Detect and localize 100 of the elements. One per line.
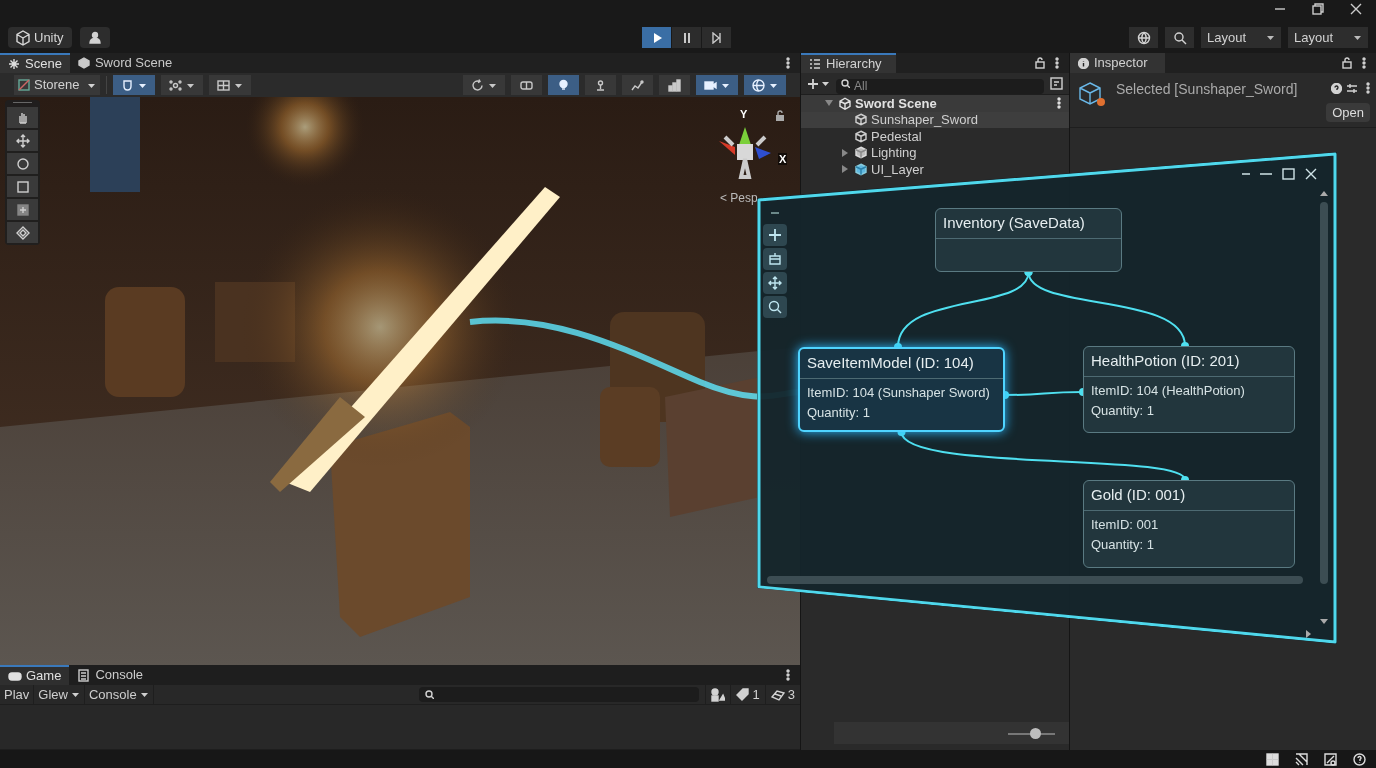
- tool-button[interactable]: [7, 176, 38, 197]
- scene-toolbar-button[interactable]: [659, 75, 690, 95]
- panel-tab[interactable]: Console: [69, 665, 152, 685]
- axis-label: Y: [740, 107, 748, 122]
- scene-tab[interactable]: Sword Scene: [69, 53, 181, 73]
- lock-icon: [775, 110, 785, 122]
- dropdown-button[interactable]: Glew: [34, 684, 85, 705]
- hierarchy-item[interactable]: UI_Layer: [801, 161, 1069, 178]
- scene-toolbar-button[interactable]: [113, 75, 155, 95]
- horizontal-scrollbar[interactable]: [767, 576, 1303, 584]
- slider-thumb[interactable]: [1030, 727, 1042, 739]
- minimize-icon: [1260, 173, 1272, 175]
- caret-icon: [139, 691, 149, 698]
- add-button[interactable]: [807, 77, 830, 90]
- vertical-scrollbar[interactable]: [1320, 202, 1328, 584]
- scene-tab[interactable]: Scene: [0, 53, 70, 73]
- filter-button[interactable]: [1050, 77, 1063, 90]
- scene-toolbar-button[interactable]: [622, 75, 653, 95]
- graph-tool-button[interactable]: [763, 296, 787, 318]
- camera-icon: [704, 78, 717, 92]
- graph-node[interactable]: Gold (ID: 001) ItemID: 001 Quantity: 1: [1083, 480, 1295, 568]
- sliders-icon: [1346, 83, 1358, 94]
- graph-tool-button[interactable]: [763, 224, 787, 246]
- globe-button[interactable]: [1129, 27, 1158, 48]
- caret-icon: [488, 81, 497, 89]
- hierarchy-tab[interactable]: Hierarchy: [801, 53, 896, 73]
- graph-node[interactable]: Inventory (SaveData): [935, 208, 1122, 272]
- tool-button[interactable]: [7, 222, 38, 243]
- caret-icon: [769, 81, 778, 89]
- scene-toolbar-button[interactable]: [696, 75, 738, 95]
- scene-toolbar-button[interactable]: [209, 75, 251, 95]
- layout-dropdown[interactable]: Layout: [1201, 27, 1281, 48]
- tool-button[interactable]: [7, 107, 38, 128]
- tool-button[interactable]: [7, 153, 38, 174]
- unity-button[interactable]: Unity: [8, 27, 72, 48]
- search-button[interactable]: [1165, 27, 1194, 48]
- hierarchy-item[interactable]: Lighting: [801, 144, 1069, 161]
- node-field: ItemID: 104 (HealthPotion): [1091, 381, 1287, 400]
- graph-tool-button[interactable]: [763, 272, 787, 294]
- projection-label[interactable]: < Pesp: [720, 189, 758, 207]
- warning-count-button[interactable]: 1: [729, 684, 765, 705]
- step-button[interactable]: [702, 27, 731, 48]
- scroll-up-icon: [1320, 190, 1328, 197]
- globe-icon: [1136, 30, 1151, 45]
- scene-toolbar-button[interactable]: [161, 75, 203, 95]
- chart-icon: [668, 78, 681, 92]
- account-button[interactable]: [79, 27, 110, 48]
- pause-button[interactable]: [672, 27, 701, 48]
- search-icon: [841, 79, 850, 88]
- tool-button[interactable]: [7, 199, 38, 220]
- search-field[interactable]: All: [836, 78, 1044, 94]
- node-title: HealthPotion (ID: 201): [1091, 351, 1240, 372]
- scene-toolbar-button[interactable]: [744, 75, 786, 95]
- minimize-icon: [1242, 173, 1250, 175]
- cube-icon: [855, 129, 867, 143]
- play-button[interactable]: [642, 27, 671, 48]
- move-icon: [15, 133, 30, 148]
- search-icon: [1172, 30, 1187, 45]
- scene-toolbar-button[interactable]: [463, 75, 505, 95]
- scene-toolbar-button[interactable]: [548, 75, 579, 95]
- dropdown-button[interactable]: Console: [84, 684, 154, 705]
- open-button[interactable]: Open: [1326, 103, 1370, 122]
- graph-tool-button[interactable]: [763, 248, 787, 270]
- axis-label: X: [778, 153, 788, 165]
- tool-button[interactable]: [7, 130, 38, 151]
- scene-toolbar-button[interactable]: [511, 75, 542, 95]
- zoom-slider[interactable]: [1008, 727, 1055, 739]
- restore-icon: [1312, 3, 1324, 15]
- lock-icon: [1342, 57, 1352, 69]
- kebab-icon: [786, 669, 790, 681]
- scene-toolbar-button[interactable]: [585, 75, 616, 95]
- particles-icon: [631, 78, 644, 92]
- lock-icon: [1035, 57, 1045, 69]
- transform-icon: [15, 202, 30, 217]
- help-icon: [1331, 83, 1342, 94]
- scene-row[interactable]: Sword Scene: [801, 95, 1069, 112]
- inspector-tab[interactable]: Inspector: [1070, 53, 1165, 73]
- node-field: Quantity: 1: [1091, 401, 1287, 420]
- custom-tool-icon: [15, 225, 30, 240]
- step-icon: [710, 31, 723, 44]
- layout-dropdown[interactable]: Layout: [1288, 27, 1368, 48]
- toggle-icon: [520, 78, 533, 92]
- node-field: Quantity: 1: [1091, 535, 1287, 554]
- caret-icon: [721, 81, 730, 89]
- graph-node[interactable]: HealthPotion (ID: 201) ItemID: 104 (HealthPotion) Quantity: 1: [1083, 346, 1295, 433]
- shading-dropdown[interactable]: Storene: [14, 75, 100, 95]
- hierarchy-item[interactable]: Pedestal: [801, 128, 1069, 145]
- console-icon: [77, 668, 92, 682]
- kebab-icon: [1362, 57, 1366, 69]
- search-field[interactable]: [418, 687, 699, 702]
- selection-title: Selected [Sunshaper_Sword]: [1116, 80, 1298, 99]
- toolbar-button[interactable]: Plav: [0, 684, 35, 705]
- node-title: Gold (ID: 001): [1091, 485, 1186, 506]
- graph-node[interactable]: SaveItemModel (ID: 104) ItemID: 104 (Sunshaper Sword) Quantity: 1: [798, 347, 1005, 432]
- people-icon: [87, 31, 102, 44]
- caret-icon: [1353, 34, 1362, 41]
- cube-icon: [855, 146, 867, 160]
- panel-tab[interactable]: Game: [0, 665, 70, 685]
- close-icon: [1305, 168, 1317, 180]
- maximize-icon: [1282, 168, 1295, 180]
